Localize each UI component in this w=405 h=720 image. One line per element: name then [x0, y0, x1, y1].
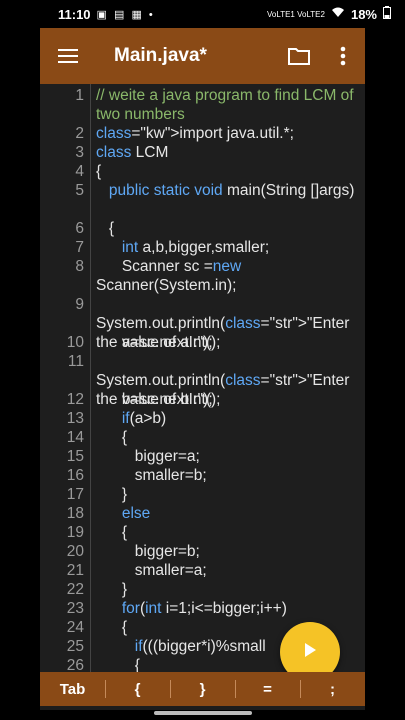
line-number: 4: [75, 163, 84, 180]
signal-icon: VoLTE1 VoLTE2: [267, 9, 325, 19]
key-tab[interactable]: Tab: [40, 672, 105, 706]
line-number: 5: [75, 182, 84, 199]
line-number: 18: [66, 505, 84, 522]
code-text: b=sc.nextInt();: [96, 391, 221, 408]
line-number: 25: [66, 638, 84, 655]
code-text: }: [96, 486, 128, 503]
line-number: 3: [75, 144, 84, 161]
code-text: smaller=a;: [96, 562, 207, 579]
code-text: if(a>b): [121, 410, 167, 427]
key-semicolon[interactable]: ;: [300, 672, 365, 706]
app-bar: Main.java*: [40, 28, 365, 84]
more-vert-icon[interactable]: [321, 28, 365, 84]
line-number: 7: [75, 239, 84, 256]
code-editor[interactable]: 1 // weite a java program to find LCM of…: [40, 84, 365, 672]
line-number: 8: [75, 258, 84, 275]
status-time: 11:10: [58, 6, 91, 22]
line-number: 9: [75, 296, 84, 313]
line-number: 26: [66, 657, 84, 672]
line-number: 17: [66, 486, 84, 503]
play-icon: [302, 642, 318, 663]
code-text: bigger=b;: [96, 543, 200, 560]
code-text: {: [96, 429, 128, 446]
line-number: 14: [66, 429, 84, 446]
line-number: 2: [75, 125, 84, 142]
line-number: 21: [66, 562, 84, 579]
wifi-icon: [331, 7, 345, 21]
line-number: 15: [66, 448, 84, 465]
line-number: 16: [66, 467, 84, 484]
line-number: 20: [66, 543, 84, 560]
code-text: public static void main(String []args): [108, 182, 355, 199]
extra-keys-bar: Tab { } = ;: [40, 672, 365, 706]
code-text: {: [96, 220, 115, 237]
line-number: 19: [66, 524, 84, 541]
code-text: {: [96, 524, 128, 541]
line-number: 13: [66, 410, 84, 427]
code-text: else: [121, 505, 151, 522]
line-number: 11: [67, 353, 84, 370]
battery-icon: [383, 6, 391, 22]
code-text: }: [96, 581, 128, 598]
gesture-nav-bar[interactable]: [154, 711, 252, 715]
code-text: bigger=a;: [96, 448, 200, 465]
file-title: Main.java*: [114, 45, 207, 66]
hamburger-icon[interactable]: [40, 28, 96, 84]
code-text: // weite a java program to find LCM of t…: [96, 87, 358, 123]
code-text: class="kw">import java.util.*;: [96, 125, 294, 142]
gutter-divider: [90, 84, 91, 672]
status-right: VoLTE1 VoLTE2 18%: [267, 6, 391, 22]
code-text: a=sc.nextInt();: [96, 334, 221, 351]
notification-icons: ▣ ▤ ▦ •: [96, 8, 155, 21]
code-text: Scanner sc =new Scanner(System.in);: [96, 258, 246, 294]
code-text: class LCM: [96, 144, 169, 161]
code-text: smaller=b;: [96, 467, 207, 484]
line-number: 24: [66, 619, 84, 636]
line-number: 22: [66, 581, 84, 598]
line-number: 6: [75, 220, 84, 237]
line-number: 12: [66, 391, 84, 408]
code-text: {: [96, 163, 102, 180]
code-text: int a,b,bigger,smaller;: [121, 239, 270, 256]
line-number: 1: [75, 87, 84, 104]
key-open-brace[interactable]: {: [105, 672, 170, 706]
line-number: 23: [66, 600, 84, 617]
line-number: 10: [66, 334, 84, 351]
status-bar: 11:10 ▣ ▤ ▦ • VoLTE1 VoLTE2 18%: [0, 0, 405, 28]
battery-level: 18%: [350, 6, 377, 22]
key-equals[interactable]: =: [235, 672, 300, 706]
code-text: for(int i=1;i<=bigger;i++): [121, 600, 287, 617]
key-close-brace[interactable]: }: [170, 672, 235, 706]
folder-icon[interactable]: [277, 28, 321, 84]
